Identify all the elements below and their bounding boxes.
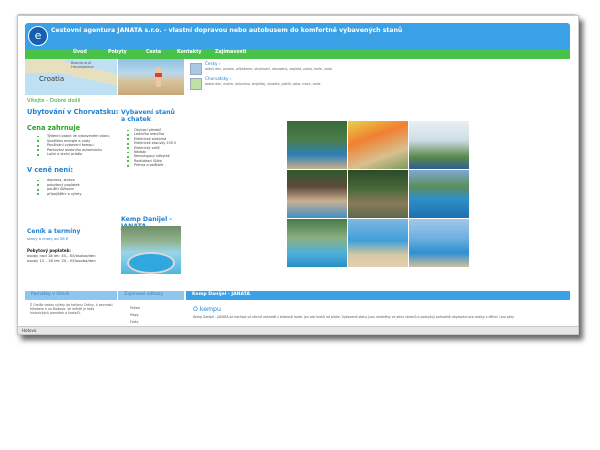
- equipment-heading: Vybavení stanů a chatek: [121, 109, 175, 123]
- page-header: e Cestovní agentura JANATA s.r.o. - vlas…: [25, 23, 570, 49]
- gallery-photo[interactable]: [408, 169, 470, 219]
- browser-screenshot: e Cestovní agentura JANATA s.r.o. - vlas…: [17, 15, 579, 335]
- list-item: Přehoz a polštáře: [122, 163, 182, 167]
- gallery-photo[interactable]: [408, 218, 470, 268]
- list-item: Ložní a stolní prádlo: [31, 152, 117, 157]
- croatia-map[interactable]: Croatia Bosnia and Herzegovina: [25, 59, 117, 95]
- about-camp-text: Kemp Danijel - JANATA se nachází ve stin…: [193, 315, 515, 319]
- info-title[interactable]: Chorvatsky ›: [205, 76, 232, 81]
- link-item[interactable]: Počasí: [130, 306, 140, 310]
- section-bar: Památky v Omiši: [25, 291, 117, 300]
- info-thumbnail[interactable]: [190, 78, 202, 90]
- info-text: dobrý den, prosím, přijedeme, ubytování,…: [205, 67, 332, 71]
- about-camp-heading: O kempu: [193, 306, 221, 313]
- pool-shape: [127, 252, 175, 274]
- heading-includes: Cena zahrnuje: [27, 124, 81, 132]
- gallery-photo[interactable]: [347, 120, 409, 170]
- info-text: dobar dan, molim, dolazimo, smještaj, za…: [205, 82, 321, 86]
- menu-item-kontakty[interactable]: Kontakty: [177, 50, 201, 55]
- section-bar: Kemp Danijel - JANATA: [186, 291, 570, 300]
- pool-photo[interactable]: [121, 226, 181, 274]
- main-menu: Úvod Pobyty Cesta Kontakty Zajímavosti: [25, 49, 570, 59]
- person-figure: [155, 73, 162, 77]
- gallery-photo[interactable]: [408, 120, 470, 170]
- bar-label: Památky v Omiši: [31, 292, 70, 297]
- menu-item-pobyty[interactable]: Pobyty: [108, 50, 127, 55]
- heading-excludes: V ceně není:: [27, 166, 73, 174]
- menu-item-uvod[interactable]: Úvod: [73, 50, 87, 55]
- map-label: Croatia: [39, 75, 65, 83]
- left-column: Vítejte - Dobré došli Ubytování v Chorva…: [25, 96, 119, 291]
- price-line[interactable]: stany a chaty od 28 €: [27, 236, 68, 242]
- fee-line: osoby 12 - 18 let: 20,- Kč/osoba/den: [27, 258, 96, 263]
- link-item[interactable]: Fotky: [130, 320, 139, 324]
- gallery-photo[interactable]: [347, 169, 409, 219]
- excludes-list: doprava, strava pobytový poplatek použit…: [31, 178, 117, 196]
- list-item: připojištění a výlety: [31, 192, 117, 197]
- info-title[interactable]: Česky ›: [205, 61, 220, 66]
- beach-photo: [118, 59, 184, 95]
- monuments-text: Z Omiše vedou výlety do kaňonu Cetiny, k…: [30, 303, 113, 315]
- bar-label: Kemp Danijel - JANATA: [192, 292, 251, 297]
- heading-accommodation: Ubytování v Chorvatsku:: [27, 108, 119, 116]
- logo-icon[interactable]: e: [28, 26, 48, 46]
- header-title: Cestovní agentura JANATA s.r.o. - vlastn…: [51, 27, 403, 34]
- welcome-text: Vítejte - Dobré došli: [27, 98, 81, 104]
- menu-item-zajimavosti[interactable]: Zajímavosti: [215, 50, 246, 55]
- price-heading[interactable]: Ceník a termíny: [27, 228, 80, 235]
- section-bar: Zajímavé odkazy: [118, 291, 184, 300]
- gallery-photo[interactable]: [286, 120, 348, 170]
- gallery-photo[interactable]: [347, 218, 409, 268]
- equipment-list: Obývací předsíň Lednička lednička Elektr…: [122, 128, 182, 168]
- link-item[interactable]: Mapy: [130, 313, 139, 317]
- status-text: Hotovo: [22, 328, 37, 333]
- gallery-photo[interactable]: [286, 169, 348, 219]
- status-bar: Hotovo: [18, 326, 578, 334]
- bar-label: Zajímavé odkazy: [124, 292, 164, 297]
- map-caption: Bosnia and Herzegovina: [71, 61, 94, 69]
- includes-list: Týdenní pobyt ve vybaveném stanu Spotřeb…: [31, 134, 117, 157]
- person-figure: [156, 67, 161, 87]
- photo-gallery: [286, 120, 470, 270]
- gallery-photo[interactable]: [286, 218, 348, 268]
- info-thumbnail[interactable]: [190, 63, 202, 75]
- menu-item-cesta[interactable]: Cesta: [146, 50, 161, 55]
